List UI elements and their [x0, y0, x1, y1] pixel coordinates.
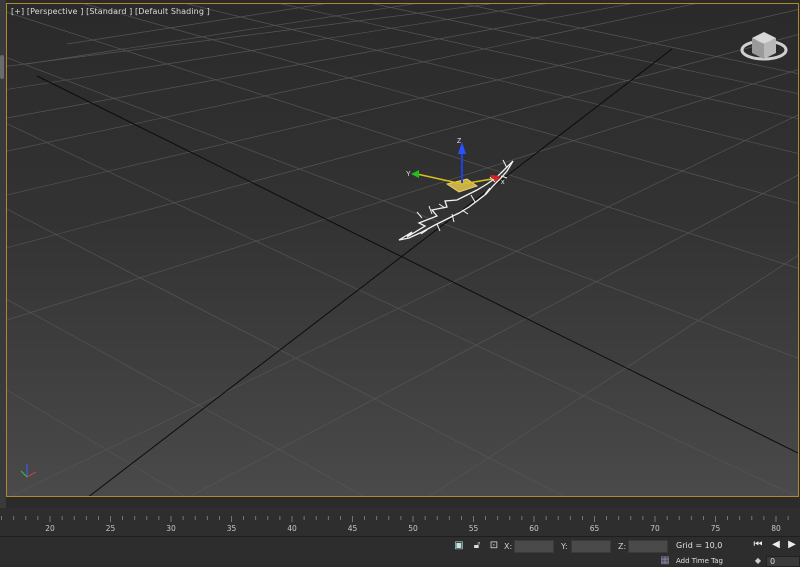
- left-scroll-handle[interactable]: [0, 55, 4, 79]
- timeline-tick-label: 75: [711, 524, 721, 533]
- time-tag-icon[interactable]: ▦: [659, 555, 671, 567]
- lock-icon[interactable]: 🔓︎: [471, 540, 483, 552]
- timeline-tick-label: 65: [590, 524, 600, 533]
- view-cube-icon[interactable]: [740, 32, 788, 61]
- previous-frame-icon[interactable]: ◀: [770, 539, 782, 551]
- viewport-standard-menu[interactable]: [Standard ]: [86, 7, 132, 16]
- current-frame-field[interactable]: 0: [766, 556, 800, 567]
- z-coord-field[interactable]: [628, 540, 668, 553]
- gizmo-x-label: x: [501, 179, 505, 186]
- viewport-shading-menu[interactable]: [Default Shading ]: [135, 7, 210, 16]
- axis-tripod-icon: [20, 464, 37, 478]
- x-coord-field[interactable]: [514, 540, 554, 553]
- gizmo-y-label: Y: [406, 171, 411, 178]
- grid-canvas: Y Z x: [7, 4, 798, 496]
- key-mode-icon[interactable]: ◆: [752, 555, 764, 567]
- timeline-tick-label: 50: [408, 524, 418, 533]
- move-gizmo[interactable]: Y Z x: [406, 138, 505, 186]
- timeline-tick-label: 80: [771, 524, 781, 533]
- z-coord-label: Z:: [618, 542, 627, 551]
- timeline-ruler: 20 25 30 35 40 45 50 55 60 65 70 75 80: [1, 516, 789, 533]
- perspective-viewport[interactable]: Y Z x [+] [Perspective ] [Standard ] [De…: [6, 3, 799, 497]
- y-coord-label: Y:: [561, 542, 568, 551]
- timeline-tick-label: 25: [106, 524, 116, 533]
- timeline-tick-label: 30: [166, 524, 176, 533]
- timeline-tick-label: 40: [287, 524, 297, 533]
- viewport-plus-menu[interactable]: [+]: [11, 7, 24, 16]
- go-to-start-icon[interactable]: ⏮: [752, 539, 764, 551]
- timeline-tick-label: 55: [469, 524, 479, 533]
- selection-lock-icon[interactable]: ▣: [453, 540, 465, 552]
- timeline-tick-label: 20: [45, 524, 55, 533]
- y-coord-field[interactable]: [571, 540, 611, 553]
- ground-grid: [7, 4, 798, 496]
- viewport-view-menu[interactable]: [Perspective ]: [27, 7, 84, 16]
- play-icon[interactable]: ▶: [786, 539, 798, 551]
- timeline-tick-label: 35: [227, 524, 237, 533]
- grid-size-readout: Grid = 10,0: [676, 541, 723, 550]
- status-bar: ▣ 🔓︎ ⊡ X: Y: Z: Grid = 10,0 ⏮ ◀ ▶ ▦ Add …: [0, 536, 800, 567]
- time-slider-track[interactable]: 20 25 30 35 40 45 50 55 60 65 70 75 80: [0, 508, 800, 536]
- timeline-tick-label: 60: [529, 524, 539, 533]
- absolute-mode-icon[interactable]: ⊡: [488, 540, 500, 552]
- viewport-label-menu: [+] [Perspective ] [Standard ] [Default …: [11, 7, 210, 16]
- timeline-tick-label: 45: [348, 524, 358, 533]
- world-axes: [36, 48, 798, 496]
- gizmo-z-label: Z: [457, 138, 462, 145]
- timeline-tick-label: 70: [650, 524, 660, 533]
- x-coord-label: X:: [504, 542, 513, 551]
